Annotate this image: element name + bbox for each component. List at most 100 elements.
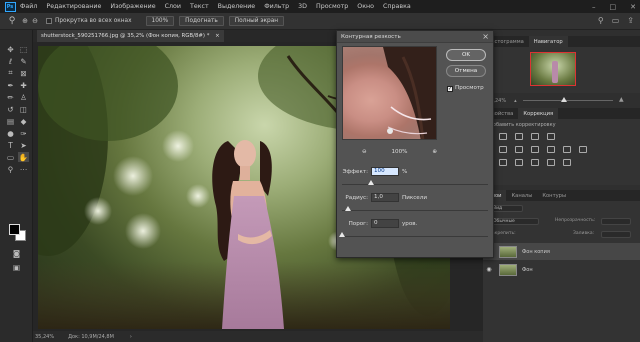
levels-adj-icon[interactable] [515, 133, 523, 140]
curves-adj-icon[interactable] [531, 133, 539, 140]
hue-adj-icon[interactable] [515, 146, 523, 153]
fullscreen-button[interactable]: Полный экран [228, 16, 285, 26]
threshold-slider[interactable] [342, 236, 488, 237]
zoom-out-icon[interactable]: ⊖ [30, 15, 40, 27]
shape-tool-icon[interactable]: ▭ [5, 152, 16, 162]
menu-file[interactable]: Файл [20, 3, 37, 10]
radius-slider[interactable] [342, 210, 488, 211]
gradient-tool-icon[interactable]: ▤ [5, 116, 16, 126]
hand-tool-icon[interactable]: ✋ [18, 152, 29, 162]
tab-channels[interactable]: Каналы [506, 190, 537, 201]
invert-adj-icon[interactable] [499, 159, 507, 166]
move-tool-icon[interactable]: ✥ [5, 44, 16, 54]
channel-mixer-adj-icon[interactable] [579, 146, 587, 153]
history-brush-icon[interactable]: ↺ [5, 104, 16, 114]
radius-input[interactable]: 1,0 [371, 193, 399, 202]
layer-row[interactable]: ◉ Фон копия [483, 243, 640, 260]
menu-image[interactable]: Изображение [110, 3, 155, 10]
pen-tool-icon[interactable]: ✑ [18, 128, 29, 138]
preview-checkbox[interactable]: ✓ [447, 86, 453, 92]
zoom-out-icon[interactable]: ⊖ [362, 149, 367, 155]
more-tools-icon[interactable]: ⋯ [18, 164, 29, 174]
zoom-readout[interactable]: 35,24% [35, 334, 54, 340]
menu-text[interactable]: Текст [190, 3, 209, 10]
dodge-tool-icon[interactable]: ● [5, 128, 16, 138]
quick-select-icon[interactable]: ✎ [18, 56, 29, 66]
share-icon[interactable]: ⇪ [627, 16, 634, 25]
crop-tool-icon[interactable]: ⌗ [5, 68, 16, 78]
layer-row[interactable]: ◉ Фон [483, 261, 640, 278]
frame-tool-icon[interactable]: ⊠ [18, 68, 29, 78]
quick-mask-icon[interactable]: ◙ [11, 248, 22, 258]
effect-input[interactable]: 100 [371, 167, 399, 176]
zoom-out-mountain-icon[interactable]: ▴ [514, 98, 517, 104]
effect-slider[interactable] [342, 184, 488, 185]
dialog-titlebar[interactable]: Контурная резкость × [337, 31, 493, 43]
filter-preview[interactable] [342, 46, 437, 140]
path-select-icon[interactable]: ➤ [18, 140, 29, 150]
visibility-eye-icon[interactable]: ◉ [483, 266, 495, 273]
vibrance-adj-icon[interactable] [499, 146, 507, 153]
gradient-map-adj-icon[interactable] [547, 159, 555, 166]
eyedropper-icon[interactable]: ✒ [5, 80, 16, 90]
fill-field[interactable] [601, 231, 631, 238]
type-tool-icon[interactable]: T [5, 140, 16, 150]
bw-adj-icon[interactable] [547, 146, 555, 153]
foreground-color-swatch[interactable] [9, 224, 20, 235]
eraser-tool-icon[interactable]: ◫ [18, 104, 29, 114]
opacity-field[interactable] [601, 218, 631, 225]
blend-mode-select[interactable]: Обычные [489, 218, 539, 225]
zoom-in-icon[interactable]: ⊕ [432, 149, 437, 155]
menu-window[interactable]: Окно [357, 3, 374, 10]
navigator-zoom-slider[interactable] [523, 100, 613, 101]
blur-tool-icon[interactable]: ◆ [18, 116, 29, 126]
threshold-input[interactable]: 0 [371, 219, 399, 228]
brightness-adj-icon[interactable] [499, 133, 507, 140]
dialog-close-icon[interactable]: × [482, 32, 489, 41]
exposure-adj-icon[interactable] [547, 133, 555, 140]
minimize-icon[interactable]: – [592, 3, 596, 11]
search-icon[interactable]: ⚲ [598, 16, 604, 25]
zoom-tool-icon[interactable]: ⚲ [4, 15, 20, 27]
tab-paths[interactable]: Контуры [537, 190, 571, 201]
zoom-in-icon[interactable]: ⊕ [20, 15, 30, 27]
menu-help[interactable]: Справка [383, 3, 411, 10]
healing-brush-icon[interactable]: ✚ [18, 80, 29, 90]
scroll-all-checkbox[interactable] [46, 18, 52, 24]
layer-kind-filter[interactable]: Вид [489, 205, 523, 212]
workspace-icon[interactable]: ▭ [612, 16, 620, 25]
effect-slider-thumb[interactable] [368, 180, 375, 185]
zoom-in-mountain-icon[interactable]: ▲ [619, 96, 624, 103]
lasso-tool-icon[interactable]: ℓ [5, 56, 16, 66]
photo-filter-adj-icon[interactable] [563, 146, 571, 153]
threshold-adj-icon[interactable] [531, 159, 539, 166]
menu-filter[interactable]: Фильтр [264, 3, 289, 10]
ok-button[interactable]: OK [446, 49, 486, 61]
navigator-slider-thumb[interactable] [561, 97, 567, 102]
navigator-thumbnail[interactable] [530, 52, 576, 86]
tab-adjustments[interactable]: Коррекция [518, 108, 559, 119]
color-balance-adj-icon[interactable] [531, 146, 539, 153]
zoom-100-button[interactable]: 100% [145, 16, 175, 26]
marquee-tool-icon[interactable]: ⬚ [18, 44, 29, 54]
close-tab-icon[interactable]: × [215, 33, 220, 39]
document-tab[interactable]: shutterstock_590251766.jpg @ 35,2% (Фон … [37, 30, 224, 42]
close-icon[interactable]: ✕ [630, 3, 636, 11]
selective-color-adj-icon[interactable] [563, 159, 571, 166]
menu-view[interactable]: Просмотр [316, 3, 348, 10]
menu-layers[interactable]: Слои [165, 3, 181, 10]
posterize-adj-icon[interactable] [515, 159, 523, 166]
maximize-icon[interactable]: □ [610, 3, 617, 11]
clone-stamp-icon[interactable]: ♙ [18, 92, 29, 102]
tab-navigator[interactable]: Навигатор [528, 36, 568, 47]
fit-screen-button[interactable]: Подогнать [179, 16, 224, 26]
screen-mode-icon[interactable]: ▣ [11, 262, 22, 272]
menu-edit[interactable]: Редактирование [46, 3, 101, 10]
cancel-button[interactable]: Отмена [446, 65, 486, 77]
brush-tool-icon[interactable]: ✏ [5, 92, 16, 102]
status-arrow-icon[interactable]: › [130, 334, 132, 340]
threshold-slider-thumb[interactable] [339, 232, 345, 237]
radius-slider-thumb[interactable] [344, 206, 351, 211]
menu-select[interactable]: Выделение [218, 3, 256, 10]
zoom-tool-icon[interactable]: ⚲ [5, 164, 16, 174]
